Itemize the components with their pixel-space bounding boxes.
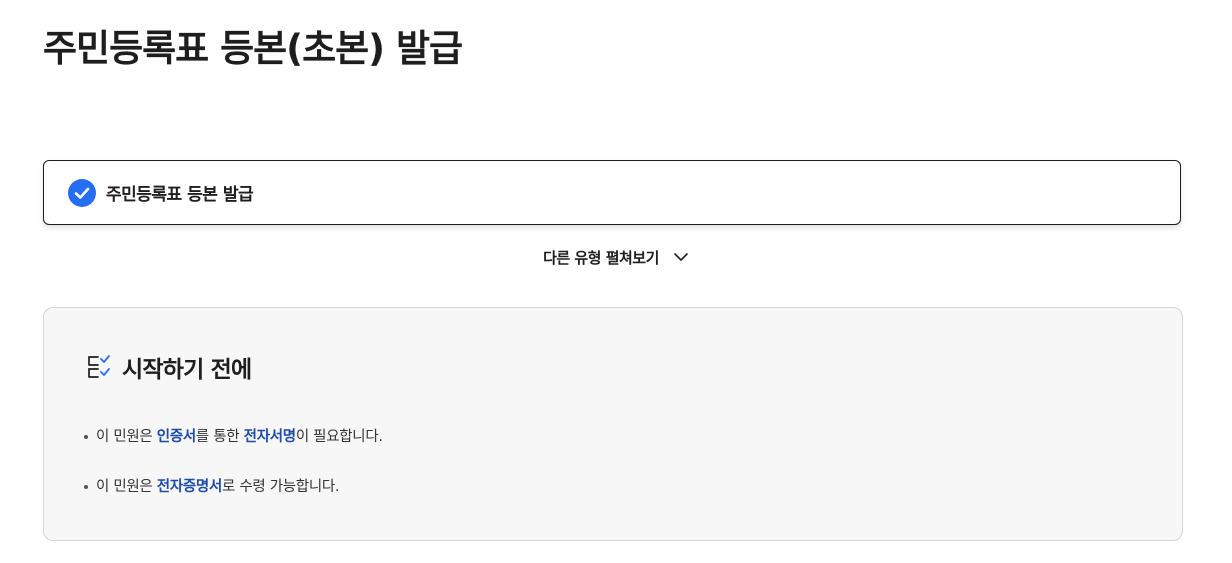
before-you-start-heading: 시작하기 전에: [86, 350, 252, 384]
selected-certificate-type-card[interactable]: 주민등록표 등본 발급: [43, 160, 1181, 225]
notice-text: 이 필요합니다.: [295, 429, 383, 445]
checklist-icon: [86, 353, 114, 381]
check-circle-icon: [68, 178, 96, 207]
notice-item-e-certificate: 이 민원은 전자증명서로 수령 가능합니다.: [82, 474, 383, 500]
notice-item-certificate: 이 민원은 인증서를 통한 전자서명이 필요합니다.: [82, 424, 383, 450]
notice-list: 이 민원은 인증서를 통한 전자서명이 필요합니다. 이 민원은 전자증명서로 …: [82, 424, 383, 524]
chevron-down-icon: [673, 249, 689, 265]
highlight-e-signature: 전자서명: [243, 429, 296, 445]
show-other-types-toggle[interactable]: 다른 유형 펼쳐보기: [0, 244, 1232, 270]
selected-type-label: 주민등록표 등본 발급: [106, 185, 254, 205]
notice-text: 로 수령 가능합니다.: [221, 479, 340, 495]
page-title: 주민등록표 등본(초본) 발급: [43, 27, 463, 70]
before-you-start-title: 시작하기 전에: [122, 357, 252, 383]
highlight-certificate: 인증서: [156, 429, 196, 445]
notice-text: 이 민원은: [96, 429, 157, 445]
highlight-e-certificate: 전자증명서: [156, 479, 223, 495]
notice-text: 를 통한: [195, 429, 244, 445]
before-you-start-box: 시작하기 전에 이 민원은 인증서를 통한 전자서명이 필요합니다. 이 민원은…: [43, 307, 1183, 541]
notice-text: 이 민원은: [96, 479, 157, 495]
show-other-types-label: 다른 유형 펼쳐보기: [543, 248, 659, 267]
